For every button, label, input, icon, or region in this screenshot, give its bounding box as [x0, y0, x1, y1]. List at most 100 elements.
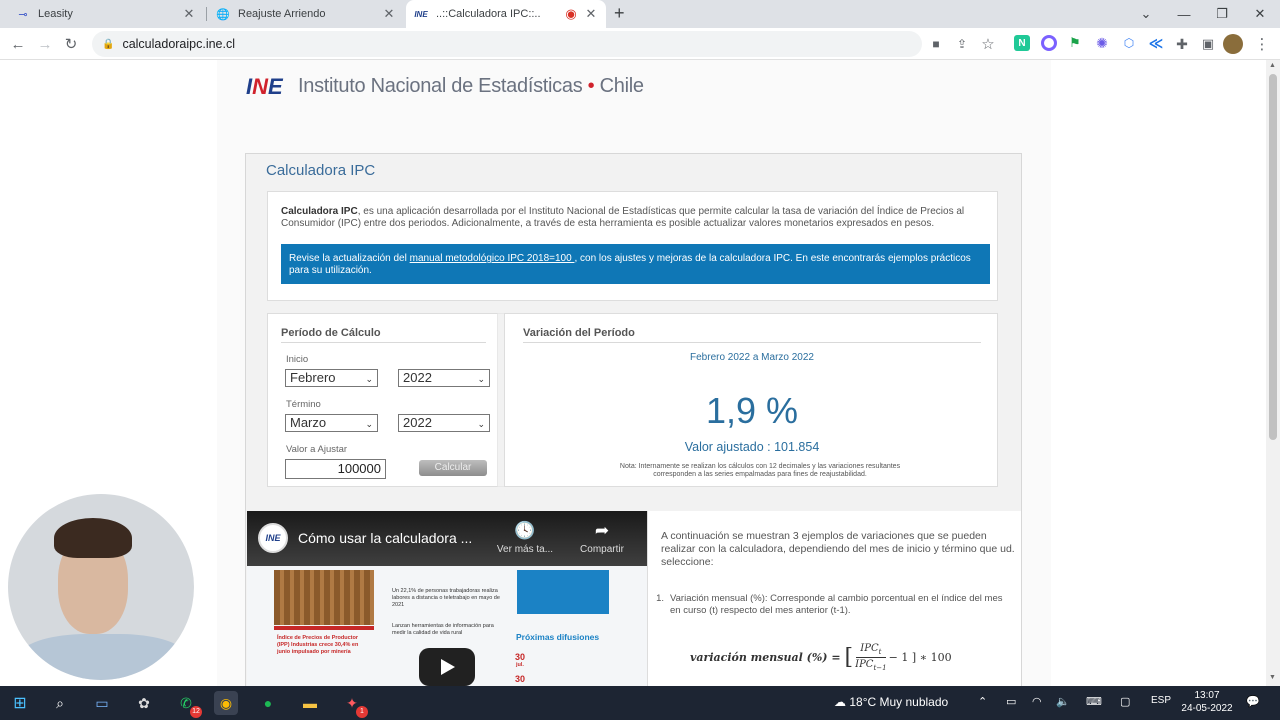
close-icon[interactable]: ✕ — [584, 6, 598, 22]
browser-toolbar: ← → ↻ 🔒 calculadoraipc.ine.cl ■ ⇪ ☆ N ⚑ … — [0, 28, 1280, 60]
tab-reajuste[interactable]: 🌐 Reajuste Arriendo ✕ — [208, 0, 404, 28]
close-icon[interactable]: ✕ — [382, 6, 396, 22]
profile-avatar[interactable] — [1223, 34, 1243, 54]
notifications-icon[interactable]: 💬 — [1246, 695, 1260, 708]
scroll-down-arrow[interactable]: ▼ — [1269, 674, 1276, 681]
variation-note: Nota: Internamente se realizan los cálcu… — [619, 463, 901, 478]
recording-icon: ◉ — [565, 6, 577, 21]
intro-text: Calculadora IPC, es una aplicación desar… — [281, 206, 981, 230]
tab-search-icon[interactable]: ⌄ — [1128, 0, 1164, 28]
video-title[interactable]: Cómo usar la calculadora ... — [298, 530, 472, 546]
app-red-icon[interactable]: ✦ 1 — [340, 691, 368, 718]
whatsapp-icon[interactable]: ✆ 12 — [174, 691, 202, 718]
tab-calculadora[interactable]: INE ..::Calculadora IPC::.. ◉ ✕ — [406, 0, 606, 28]
share-icon[interactable]: ⇪ — [950, 32, 974, 56]
weather-text: 18°C Muy nublado — [849, 695, 949, 709]
date-month-1: jul. — [516, 662, 524, 668]
new-tab-button[interactable]: + — [614, 3, 625, 24]
scroll-up-arrow[interactable]: ▲ — [1269, 62, 1276, 69]
spotify-icon[interactable]: ● — [256, 691, 280, 715]
tab-title: Reajuste Arriendo — [238, 8, 326, 20]
taskview-icon[interactable]: ▭ — [90, 691, 114, 715]
play-button[interactable] — [419, 648, 475, 686]
extension-leaf-icon[interactable]: ⚑ — [1067, 35, 1083, 51]
start-year-select[interactable]: 2022 ⌄ — [398, 369, 490, 387]
volume-icon[interactable]: 🔈 — [1056, 695, 1070, 708]
display-icon[interactable]: ▢ — [1120, 695, 1130, 708]
tab-title: ..::Calculadora IPC::.. — [436, 8, 541, 20]
minimize-button[interactable]: — — [1166, 0, 1202, 28]
extension-n-icon[interactable]: N — [1014, 35, 1030, 51]
close-icon[interactable]: ✕ — [182, 6, 196, 22]
share-arrow-icon: ➦ — [594, 521, 610, 540]
chevron-down-icon: ⌄ — [477, 419, 485, 429]
watch-later-label: Ver más ta... — [496, 544, 554, 555]
battery-icon[interactable]: ▭ — [1006, 695, 1016, 708]
app-badge: 1 — [356, 706, 368, 718]
formula-tail: − 1 ] ∗ 100 — [888, 651, 952, 664]
examples-intro: A continuación se muestran 3 ejemplos de… — [661, 530, 1015, 568]
monthly-formula: variación mensual (%) = [ IPCt IPCt−1 − … — [690, 643, 952, 672]
share-button[interactable]: ➦ Compartir — [572, 521, 632, 555]
windows-start-icon[interactable]: ⊞ — [8, 691, 32, 715]
address-bar[interactable]: 🔒 calculadoraipc.ine.cl — [92, 31, 922, 57]
chrome-icon[interactable]: ◉ — [214, 691, 238, 715]
video-title-bar: INE Cómo usar la calculadora ... 🕓 Ver m… — [247, 511, 647, 566]
end-month-select[interactable]: Marzo ⌄ — [285, 414, 378, 432]
ine-icon: INE — [414, 9, 428, 19]
tab-divider — [206, 7, 207, 21]
extension-ring-icon[interactable] — [1041, 35, 1057, 51]
page-viewport: INE Instituto Nacional de Estadísticas •… — [0, 60, 1266, 686]
weather-widget[interactable]: ☁ 18°C Muy nublado — [834, 695, 948, 709]
page-scrollbar[interactable]: ▲ ▼ — [1266, 60, 1280, 686]
start-label: Inicio — [286, 354, 309, 365]
manual-link[interactable]: manual metodológico IPC 2018=100 — [410, 253, 575, 264]
formula-bracket: [ — [844, 645, 854, 670]
start-month-select[interactable]: Febrero ⌄ — [285, 369, 378, 387]
youtube-embed[interactable]: Índice de Precios de Productor (IPP) Ind… — [247, 511, 647, 686]
chevron-down-icon: ⌄ — [365, 374, 373, 384]
variation-title: Variación del Período — [523, 327, 635, 339]
period-title: Período de Cálculo — [281, 327, 381, 339]
bookmark-star-icon[interactable]: ☆ — [976, 32, 1000, 56]
language-indicator[interactable]: ESP — [1151, 695, 1171, 706]
end-year-select[interactable]: 2022 ⌄ — [398, 414, 490, 432]
extension-gear-icon[interactable]: ✺ — [1094, 35, 1110, 51]
date-day-2: 30 — [515, 674, 526, 684]
extension-badge-icon[interactable]: ⬡ — [1121, 35, 1137, 51]
search-icon[interactable]: ⌕ — [48, 691, 72, 715]
variation-percent: 1,9 % — [705, 390, 799, 431]
lock-icon[interactable]: 🔒 — [102, 39, 114, 50]
side-panel-icon[interactable]: ▣ — [1196, 32, 1220, 56]
keyboard-icon[interactable]: ⌨ — [1086, 695, 1102, 708]
site-header: Instituto Nacional de Estadísticas • Chi… — [298, 75, 644, 98]
url-text: calculadoraipc.ine.cl — [122, 37, 236, 51]
camera-icon[interactable]: ■ — [924, 32, 948, 56]
menu-icon[interactable]: ⋮ — [1250, 32, 1274, 56]
wifi-icon[interactable]: ◠ — [1032, 695, 1042, 708]
back-icon[interactable]: ← — [6, 32, 30, 56]
ine-logo: INE — [246, 74, 283, 99]
extension-arrow-icon[interactable]: ≪ — [1148, 35, 1164, 51]
system-clock[interactable]: 13:07 24-05-2022 — [1172, 689, 1242, 715]
maximize-button[interactable]: ❐ — [1204, 0, 1240, 28]
tab-leasity[interactable]: ⊸ Leasity ✕ — [8, 0, 204, 28]
scroll-thumb[interactable] — [1269, 74, 1277, 440]
forward-icon[interactable]: → — [33, 32, 57, 56]
close-window-button[interactable]: ✕ — [1242, 0, 1278, 28]
chevron-down-icon: ⌄ — [477, 374, 485, 384]
tray-chevron-icon[interactable]: ⌃ — [978, 695, 987, 708]
app-chat-icon[interactable]: ✿ — [132, 691, 156, 715]
value-input[interactable]: 100000 — [285, 459, 386, 479]
clock-icon: 🕓 — [514, 521, 536, 540]
clock-time: 13:07 — [1194, 690, 1220, 701]
proximas-heading: Próximas difusiones — [516, 632, 600, 642]
formula-denominator: IPC — [855, 659, 874, 670]
calculate-button[interactable]: Calcular — [419, 460, 487, 476]
reload-icon[interactable]: ↻ — [59, 32, 83, 56]
channel-avatar[interactable]: INE — [258, 523, 288, 553]
file-explorer-icon[interactable]: ▬ — [298, 691, 322, 715]
person-shirt — [18, 634, 188, 680]
extensions-puzzle-icon[interactable]: ✚ — [1170, 32, 1194, 56]
watch-later-button[interactable]: 🕓 Ver más ta... — [495, 521, 555, 555]
